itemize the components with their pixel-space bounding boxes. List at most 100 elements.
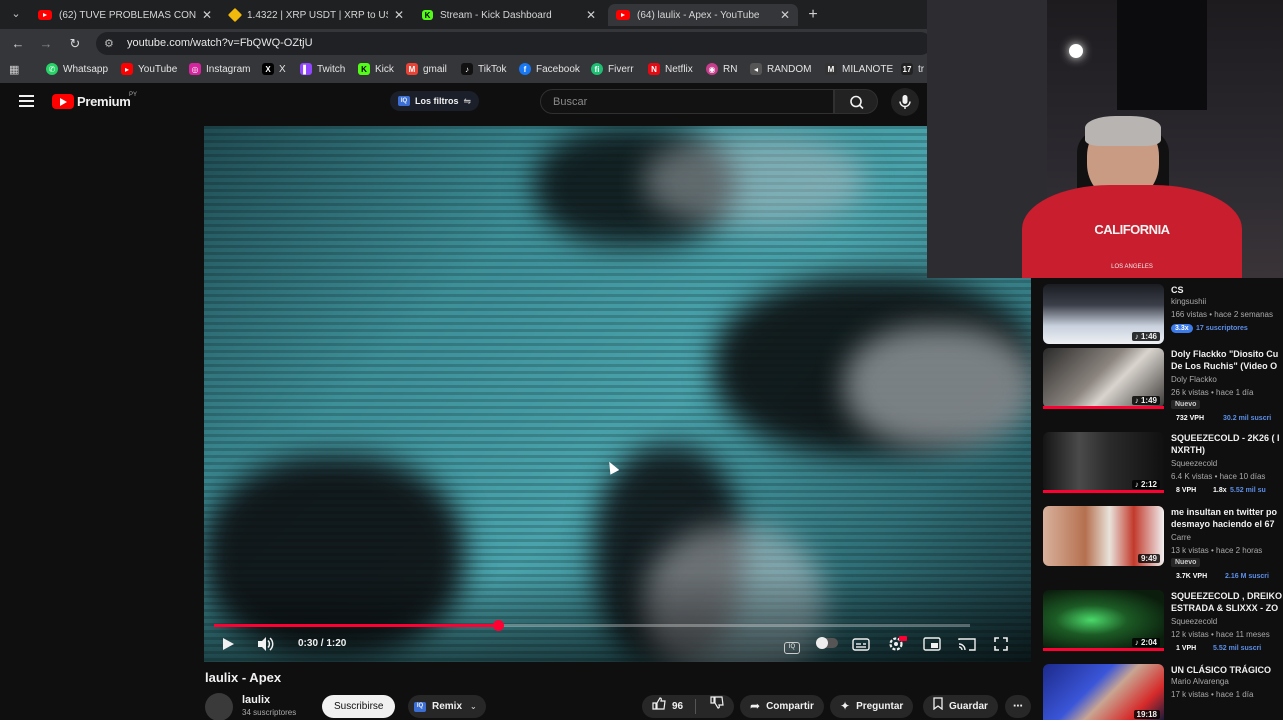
fullscreen-button[interactable]: [993, 636, 1009, 656]
youtube-icon: [38, 10, 52, 20]
iq-player-button[interactable]: IQ: [784, 636, 800, 654]
menu-icon[interactable]: [19, 95, 34, 107]
close-tab-icon[interactable]: ✕: [780, 8, 790, 22]
recommendation-item[interactable]: ♪ 1:49 Doly Flackko "Diosito Cu De Los R…: [1043, 348, 1283, 428]
bookmark-youtube[interactable]: ▸ YouTube: [121, 63, 177, 75]
browser-tab-3[interactable]: K Stream - Kick Dashboard ✕: [414, 4, 604, 26]
bookmark-twitch[interactable]: ▌ Twitch: [300, 63, 345, 75]
recommendation-item[interactable]: 9:49 me insultan en twitter po desmayo h…: [1043, 506, 1283, 586]
back-arrow-icon[interactable]: ←: [10, 36, 26, 52]
voice-search-button[interactable]: [891, 88, 919, 116]
recommendation-title-line2[interactable]: De Los Ruchis" (Video O: [1171, 360, 1283, 372]
video-thumbnail[interactable]: 9:49: [1043, 506, 1164, 566]
duration-text: 1:49: [1140, 396, 1157, 405]
save-button[interactable]: Guardar: [923, 695, 998, 718]
video-thumbnail[interactable]: ♪ 2:12: [1043, 432, 1164, 492]
channel-subscribers-stat: 5.52 mil su: [1230, 487, 1266, 494]
bookmark-whatsapp[interactable]: ✆ Whatsapp: [46, 63, 108, 75]
recommendation-channel[interactable]: Mario Alvarenga: [1171, 677, 1229, 686]
cast-button[interactable]: [958, 636, 976, 656]
video-thumbnail[interactable]: ♪ 1:46: [1043, 284, 1164, 344]
bookmark-random[interactable]: ◂ RANDOM: [750, 63, 811, 75]
recommendation-channel[interactable]: Carre: [1171, 533, 1191, 542]
recommendation-channel[interactable]: Doly Flackko: [1171, 375, 1217, 384]
recommendation-title[interactable]: me insultan en twitter po: [1171, 506, 1283, 518]
ask-label: Preguntar: [856, 701, 904, 712]
channel-name[interactable]: laulix: [242, 694, 270, 706]
share-button[interactable]: ➦ Compartir: [740, 695, 824, 718]
recommendation-channel[interactable]: Squeezecold: [1171, 459, 1217, 468]
autoplay-toggle[interactable]: [816, 636, 838, 652]
settings-button[interactable]: [887, 636, 907, 656]
recommendation-channel[interactable]: kingsushii: [1171, 297, 1206, 306]
search-input[interactable]: Buscar: [540, 89, 834, 114]
close-tab-icon[interactable]: ✕: [586, 8, 596, 22]
bookmark-instagram[interactable]: ◎ Instagram: [189, 63, 250, 75]
bookmark-icon: [933, 695, 943, 718]
address-bar[interactable]: ⚙ youtube.com/watch?v=FbQWQ-OZtjU: [96, 32, 932, 55]
apps-grid-icon[interactable]: ▦: [9, 64, 21, 76]
play-button[interactable]: [220, 636, 236, 656]
recommendation-item[interactable]: ♪ 2:04 SQUEEZECOLD , DREIKO ESTRADA & SL…: [1043, 590, 1283, 656]
recommendation-title[interactable]: CS: [1171, 284, 1283, 296]
scrubber-handle[interactable]: [492, 620, 504, 631]
bookmark-gmail[interactable]: Mgmail: [406, 63, 447, 75]
rn-icon: ◉: [706, 63, 718, 75]
tab-search-chevron-icon[interactable]: ⌄: [8, 7, 24, 21]
bookmark-kick[interactable]: K Kick: [358, 63, 394, 75]
recommendation-title-line2[interactable]: desmayo haciendo el 67: [1171, 518, 1283, 530]
instagram-icon: ◎: [189, 63, 201, 75]
more-actions-button[interactable]: ⋯: [1005, 695, 1031, 718]
reload-icon[interactable]: ↻: [67, 36, 83, 52]
site-info-icon[interactable]: ⚙: [104, 37, 114, 50]
bookmark-label: tr: [918, 63, 925, 75]
bookmark-milanote[interactable]: M MILANOTE: [825, 63, 893, 75]
progress-bar[interactable]: [214, 620, 970, 631]
video-thumbnail[interactable]: ♪ 2:04: [1043, 590, 1164, 650]
bookmark-netflix[interactable]: N Netflix: [648, 63, 693, 75]
video-player[interactable]: 0:30 / 1:20 IQ: [204, 126, 1031, 662]
recommendation-title[interactable]: SQUEEZECOLD , DREIKO: [1171, 590, 1283, 602]
browser-tab-1[interactable]: (62) TUVE PROBLEMAS CON UI ✕: [30, 4, 220, 26]
volume-button[interactable]: [256, 636, 274, 656]
remix-button[interactable]: IQ Remix ⌄: [408, 695, 486, 718]
recommendation-title[interactable]: Doly Flackko "Diosito Cu: [1171, 348, 1283, 360]
bookmark-label: Fiverr: [608, 63, 634, 75]
recommendation-title-line2[interactable]: ESTRADA & SLIXXX - ZO: [1171, 602, 1283, 614]
recommendation-title-line2[interactable]: NXRTH): [1171, 444, 1283, 456]
close-tab-icon[interactable]: ✕: [394, 8, 404, 22]
ask-button[interactable]: ✦ Preguntar: [830, 695, 914, 718]
channel-avatar[interactable]: [205, 693, 233, 720]
miniplayer-button[interactable]: [923, 636, 941, 656]
forward-arrow-icon[interactable]: →: [38, 36, 54, 52]
recommendation-meta: 17 k vistas • hace 1 día: [1171, 690, 1254, 699]
bookmark-fiverr[interactable]: fi Fiverr: [591, 63, 634, 75]
bookmark-facebook[interactable]: f Facebook: [519, 63, 580, 75]
close-tab-icon[interactable]: ✕: [202, 8, 212, 22]
bookmark-tradingview[interactable]: 17 tr: [901, 63, 924, 75]
recommendation-item[interactable]: ♪ 1:46 CS kingsushii 166 vistas • hace 2…: [1043, 284, 1283, 346]
search-button[interactable]: [834, 89, 878, 114]
browser-tab-4-active[interactable]: (64) laulix - Apex - YouTube ✕: [608, 4, 798, 26]
subtitles-button[interactable]: [852, 636, 870, 656]
dislike-button[interactable]: [710, 695, 724, 718]
browser-tab-2[interactable]: 1.4322 | XRP USDT | XRP to USD ✕: [222, 4, 412, 26]
video-thumbnail[interactable]: ♪ 1:49: [1043, 348, 1164, 408]
recommendation-item[interactable]: 19:18 UN CLÁSICO TRÁGICO Mario Alvarenga…: [1043, 664, 1283, 720]
youtube-premium-logo[interactable]: Premium PY: [52, 92, 137, 109]
like-button[interactable]: [652, 695, 666, 718]
outlier-score-stat: 1.8x: [1213, 487, 1227, 494]
bookmark-rn[interactable]: ◉ RN: [706, 63, 737, 75]
recommendation-title[interactable]: SQUEEZECOLD - 2K26 ( I: [1171, 432, 1283, 444]
filters-chip[interactable]: IQ Los filtros ⇋: [390, 91, 480, 111]
bookmark-x[interactable]: XX: [262, 63, 286, 75]
recommendation-channel[interactable]: Squeezecold: [1171, 617, 1217, 626]
subscribe-button[interactable]: Suscribirse: [322, 695, 396, 718]
recommendation-title[interactable]: UN CLÁSICO TRÁGICO: [1171, 664, 1283, 676]
duration-text: 2:12: [1140, 480, 1157, 489]
new-tab-icon[interactable]: +: [805, 6, 821, 24]
bookmark-tiktok[interactable]: ♪ TikTok: [461, 63, 507, 75]
recommendation-item[interactable]: ♪ 2:12 SQUEEZECOLD - 2K26 ( I NXRTH) Squ…: [1043, 432, 1283, 500]
video-thumbnail[interactable]: 19:18: [1043, 664, 1164, 720]
recommendation-meta: 26 k vistas • hace 1 día: [1171, 388, 1254, 397]
